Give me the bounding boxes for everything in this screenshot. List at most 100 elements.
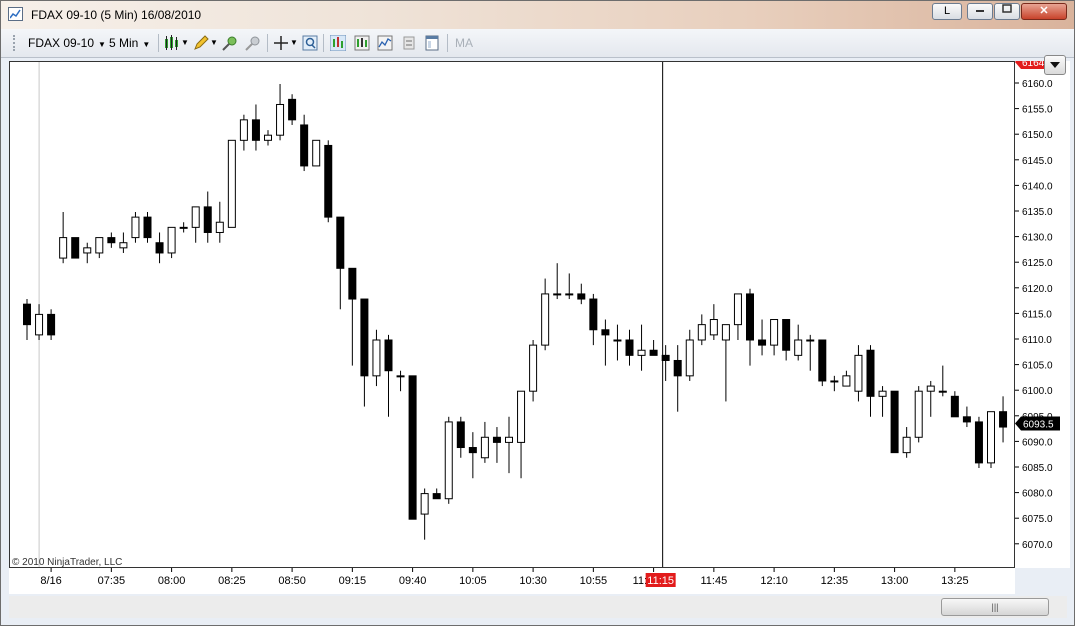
link-button[interactable]: L xyxy=(932,3,962,20)
candle[interactable] xyxy=(962,406,971,428)
candle[interactable] xyxy=(854,345,863,402)
candle[interactable] xyxy=(505,416,513,474)
candle[interactable] xyxy=(565,273,574,300)
candle[interactable] xyxy=(131,212,140,243)
candle[interactable] xyxy=(372,329,381,387)
candle[interactable] xyxy=(167,226,176,259)
candle[interactable] xyxy=(553,263,562,300)
properties-icon[interactable] xyxy=(401,35,417,51)
candlestick-chart[interactable]: © 2010 NinjaTrader, LLC xyxy=(10,62,1014,567)
candle[interactable] xyxy=(782,319,791,361)
candle[interactable] xyxy=(673,345,682,412)
candle[interactable] xyxy=(517,390,526,479)
candle[interactable] xyxy=(143,212,152,243)
candle[interactable] xyxy=(203,191,212,243)
candle[interactable] xyxy=(396,370,405,392)
candle[interactable] xyxy=(625,329,634,366)
candle[interactable] xyxy=(914,386,923,443)
time-axis[interactable]: 8/16 07:35 08:00 08:25 08:50 09:15 09:40 10:05 1… xyxy=(9,568,1015,594)
candle[interactable] xyxy=(541,278,550,351)
candle[interactable] xyxy=(492,427,501,463)
candle[interactable] xyxy=(589,293,598,346)
candle[interactable] xyxy=(83,242,92,264)
candle[interactable] xyxy=(577,283,586,305)
candle[interactable] xyxy=(408,375,417,520)
candle[interactable] xyxy=(300,114,309,172)
chevron-down-icon[interactable]: ▼ xyxy=(290,38,298,47)
interval-selector[interactable]: 5 Min ▼ xyxy=(109,36,150,50)
candle[interactable] xyxy=(179,222,188,233)
axis-dropdown-button[interactable] xyxy=(1044,55,1066,75)
toolbar-grip[interactable] xyxy=(13,35,18,51)
candle[interactable] xyxy=(251,104,260,151)
zoom-out-icon[interactable] xyxy=(245,35,261,51)
candle[interactable] xyxy=(721,324,730,402)
pencil-icon[interactable] xyxy=(193,35,209,51)
candle[interactable] xyxy=(348,267,357,366)
close-button[interactable]: ✕ xyxy=(1021,3,1067,20)
candle[interactable] xyxy=(794,324,803,361)
candle[interactable] xyxy=(902,427,911,458)
candle[interactable] xyxy=(480,421,489,463)
candle[interactable] xyxy=(637,324,646,371)
candle[interactable] xyxy=(420,488,429,540)
candle[interactable] xyxy=(324,140,333,223)
template-icon[interactable] xyxy=(424,35,440,51)
chevron-down-icon[interactable]: ▼ xyxy=(210,38,218,47)
candle[interactable] xyxy=(468,432,477,479)
candle[interactable] xyxy=(770,319,779,356)
candle[interactable] xyxy=(733,293,742,340)
candle[interactable] xyxy=(432,488,441,500)
candle[interactable] xyxy=(601,319,610,366)
candle[interactable] xyxy=(35,304,44,340)
candle[interactable] xyxy=(697,314,706,346)
candle[interactable] xyxy=(974,416,983,468)
chevron-down-icon[interactable]: ▼ xyxy=(181,38,189,47)
crosshair-icon[interactable] xyxy=(273,35,289,51)
candle[interactable] xyxy=(384,334,393,417)
candle[interactable] xyxy=(926,380,935,417)
candle[interactable] xyxy=(155,232,164,264)
indicators-icon[interactable] xyxy=(330,35,346,51)
candle[interactable] xyxy=(444,416,453,504)
scrollbar-thumb[interactable]: ||| xyxy=(941,598,1049,616)
maximize-button[interactable] xyxy=(994,3,1020,20)
candle[interactable] xyxy=(818,339,827,387)
candle[interactable] xyxy=(649,340,658,356)
price-axis[interactable]: 6160.0 6155.0 6150.0 6145.0 6140.0 6135.0 6130… xyxy=(1015,55,1070,568)
candle[interactable] xyxy=(59,212,68,264)
strategies-icon[interactable] xyxy=(354,35,370,51)
candle[interactable] xyxy=(529,340,538,402)
candle[interactable] xyxy=(288,94,297,125)
candle[interactable] xyxy=(71,237,80,259)
candle[interactable] xyxy=(830,375,839,392)
candle[interactable] xyxy=(191,206,200,243)
candle[interactable] xyxy=(685,329,694,381)
data-box-icon[interactable] xyxy=(302,35,318,51)
price-chart-panel[interactable]: © 2010 NinjaTrader, LLC xyxy=(9,61,1015,568)
candle[interactable] xyxy=(950,391,959,418)
candle[interactable] xyxy=(119,232,128,253)
candle[interactable] xyxy=(215,201,224,243)
bar-type-icon[interactable] xyxy=(164,35,180,51)
line-chart-icon[interactable] xyxy=(377,35,393,51)
candle[interactable] xyxy=(758,319,767,356)
candle[interactable] xyxy=(107,232,116,248)
candle[interactable] xyxy=(878,386,887,417)
candle[interactable] xyxy=(95,237,104,259)
horizontal-scrollbar[interactable]: ||| xyxy=(9,596,1067,618)
candle[interactable] xyxy=(456,416,465,458)
minimize-button[interactable] xyxy=(967,3,993,20)
candle[interactable] xyxy=(746,288,754,366)
candle[interactable] xyxy=(999,396,1008,443)
candle[interactable] xyxy=(890,390,899,454)
candle[interactable] xyxy=(227,139,236,228)
candle[interactable] xyxy=(264,130,272,146)
zoom-in-icon[interactable] xyxy=(222,35,238,51)
candle[interactable] xyxy=(938,365,947,397)
candle[interactable] xyxy=(360,298,369,407)
candle[interactable] xyxy=(336,216,345,310)
candle[interactable] xyxy=(276,84,285,141)
candle[interactable] xyxy=(806,334,815,371)
candle[interactable] xyxy=(613,324,622,361)
